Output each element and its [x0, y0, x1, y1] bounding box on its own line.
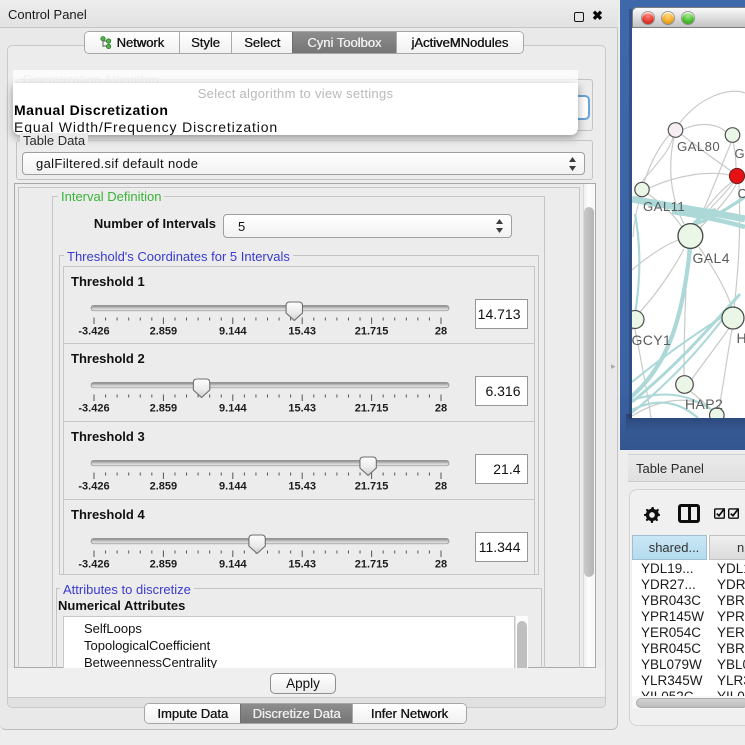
svg-text:2.859: 2.859	[150, 403, 178, 415]
svg-text:21.715: 21.715	[355, 403, 389, 415]
svg-text:28: 28	[435, 403, 447, 415]
svg-text:2.859: 2.859	[150, 326, 178, 338]
svg-text:H: H	[737, 330, 745, 346]
svg-text:21.715: 21.715	[355, 481, 389, 493]
svg-text:-3.426: -3.426	[78, 481, 109, 493]
svg-text:HAP2: HAP2	[685, 396, 723, 412]
svg-text:9.144: 9.144	[219, 481, 247, 493]
svg-text:GAL80: GAL80	[677, 139, 720, 154]
svg-text:GA: GA	[735, 146, 745, 161]
svg-text:C: C	[738, 186, 745, 201]
svg-text:21.715: 21.715	[355, 559, 389, 571]
svg-text:15.43: 15.43	[288, 559, 316, 571]
svg-text:9.144: 9.144	[219, 403, 247, 415]
svg-text:GAL11: GAL11	[643, 199, 685, 214]
svg-text:-3.426: -3.426	[78, 559, 109, 571]
svg-text:15.43: 15.43	[288, 326, 316, 338]
svg-text:21.715: 21.715	[355, 326, 389, 338]
svg-text:-3.426: -3.426	[78, 326, 109, 338]
svg-text:2.859: 2.859	[150, 481, 178, 493]
svg-text:28: 28	[435, 559, 447, 571]
svg-text:9.144: 9.144	[219, 326, 247, 338]
svg-text:GCY1: GCY1	[632, 332, 671, 348]
svg-text:-3.426: -3.426	[78, 403, 109, 415]
svg-text:28: 28	[435, 326, 447, 338]
svg-text:GAL4: GAL4	[693, 250, 730, 266]
svg-text:15.43: 15.43	[288, 481, 316, 493]
svg-text:2.859: 2.859	[150, 559, 178, 571]
svg-text:15.43: 15.43	[288, 403, 316, 415]
svg-text:28: 28	[435, 481, 447, 493]
svg-text:9.144: 9.144	[219, 559, 247, 571]
